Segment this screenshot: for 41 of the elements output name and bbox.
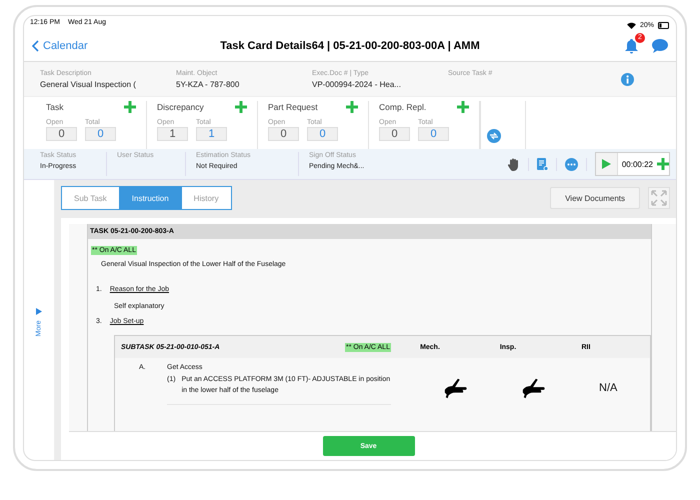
play-icon[interactable]: [602, 159, 611, 169]
battery-icon: [658, 22, 670, 28]
field-value: VP-000994-2024 - Hea...: [312, 80, 402, 88]
open-count: 0: [46, 127, 77, 141]
more-icon[interactable]: [564, 158, 578, 170]
plus-icon[interactable]: [124, 101, 136, 113]
open-count: 1: [157, 127, 188, 141]
wifi-icon: [626, 22, 636, 28]
plus-icon[interactable]: [346, 101, 358, 113]
counter-title: Comp. Repl.: [379, 102, 426, 112]
counter-title: Part Request: [268, 102, 318, 112]
caret-icon[interactable]: [36, 308, 42, 315]
hand-icon[interactable]: [508, 158, 520, 170]
field-value: 5Y-KZA - 787-800: [176, 80, 240, 88]
field-value: General Visual Inspection (: [40, 80, 137, 88]
back-button[interactable]: Calendar: [32, 40, 162, 52]
tab[interactable]: History: [182, 187, 231, 209]
plus-icon[interactable]: [235, 101, 247, 113]
total-count[interactable]: 0: [307, 127, 338, 141]
open-count: 0: [268, 127, 299, 141]
expand-icon[interactable]: [648, 187, 670, 209]
plus-icon[interactable]: [457, 101, 469, 113]
chat-icon[interactable]: [652, 39, 668, 53]
total-count[interactable]: 0: [418, 127, 449, 141]
document-icon[interactable]: [536, 158, 548, 170]
plus-icon[interactable]: [657, 158, 669, 170]
counter-title: Discrepancy: [157, 102, 204, 112]
screen-title: Task Card Details64 | 05-21-00-200-803-00A | AMM: [219, 40, 481, 52]
timer-value: 00:00:22: [620, 160, 654, 168]
total-count[interactable]: 0: [85, 127, 116, 141]
tab[interactable]: Sub Task: [62, 187, 120, 209]
open-count: 0: [379, 127, 410, 141]
tab[interactable]: Instruction: [120, 187, 182, 209]
chevron-icon[interactable]: [32, 40, 39, 52]
rii-value: N/A: [599, 382, 618, 394]
view-documents-button[interactable]: View Documents: [550, 187, 640, 209]
info-icon[interactable]: [621, 72, 634, 86]
bell-icon[interactable]: [625, 38, 638, 54]
counter-title: Task: [46, 102, 64, 112]
total-count[interactable]: 1: [196, 127, 227, 141]
swap-icon[interactable]: [487, 129, 501, 143]
